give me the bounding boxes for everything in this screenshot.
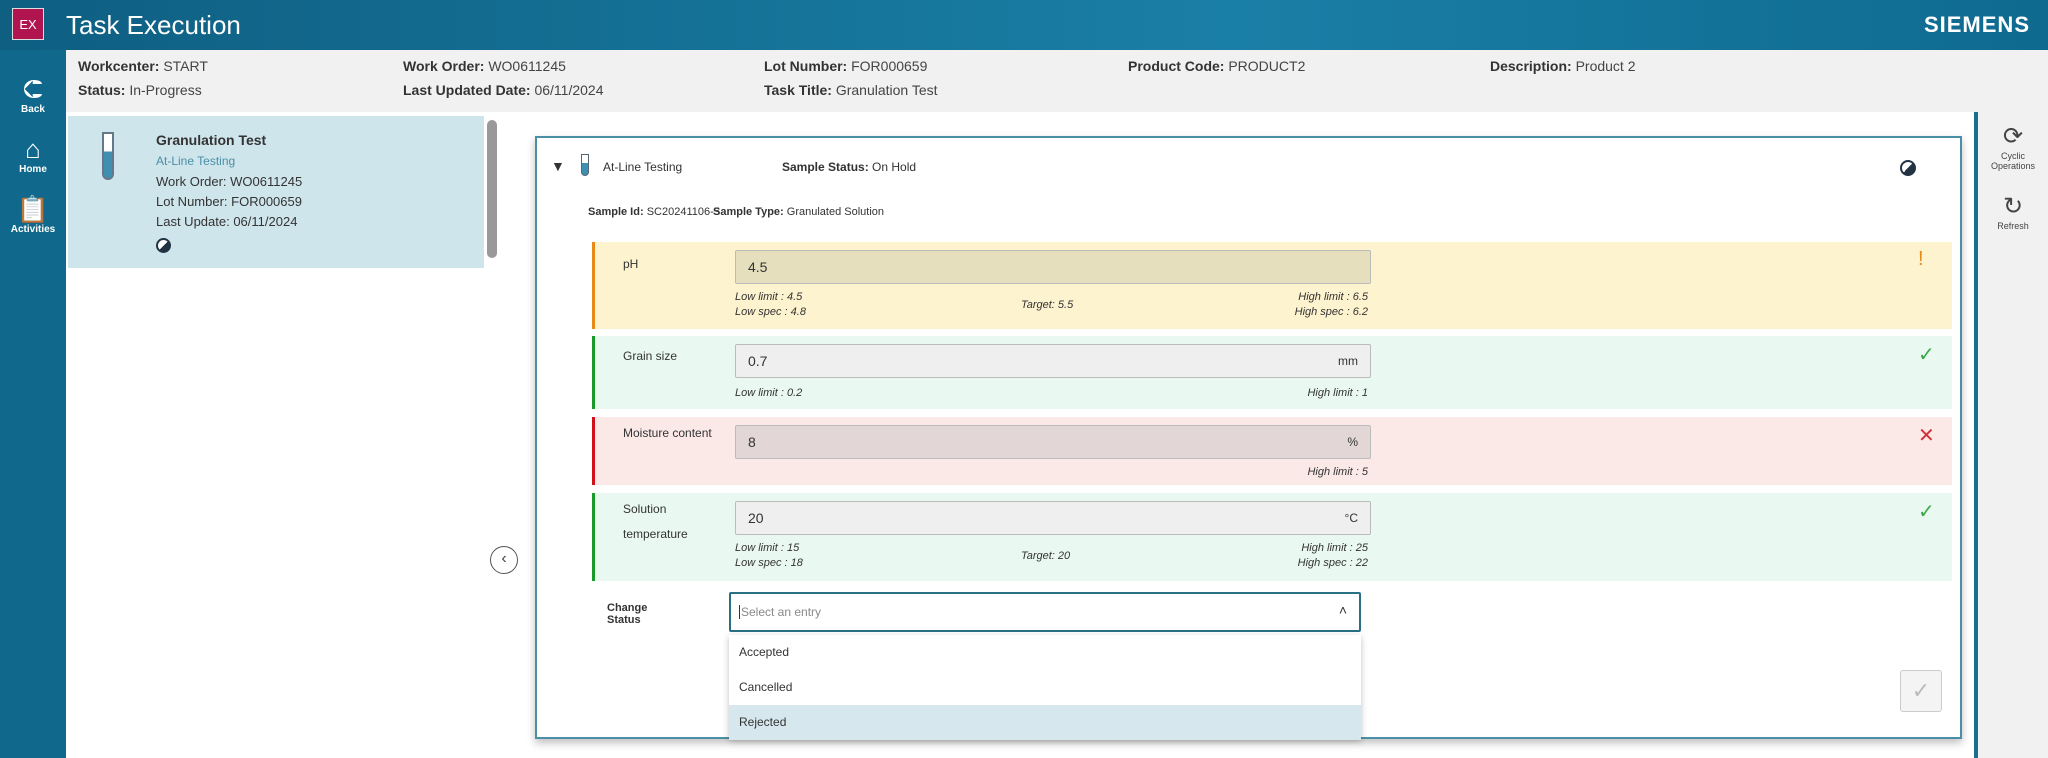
product-code: Product Code: PRODUCT2: [1128, 58, 1306, 74]
brand-logo: SIEMENS: [1923, 12, 2030, 37]
sample-panel: ▼ At-Line Testing Sample Status: On Hold…: [535, 136, 1962, 740]
status: Status: In-Progress: [78, 82, 202, 98]
content-area: Granulation Test At-Line Testing Work Or…: [66, 112, 1974, 758]
target: Target: 20: [1021, 550, 1071, 562]
dropdown-placeholder: Select an entry: [739, 605, 822, 619]
lot-number: Lot Number: FOR000659: [764, 58, 928, 74]
nav-label: Activities: [10, 224, 56, 235]
on-hold-status-icon: [1900, 160, 1916, 176]
low-limit: Low limit : 0.2: [735, 387, 803, 399]
param-row-solution-temperature: Solution temperature 20 °C Low limit : 15…: [592, 493, 1952, 581]
low-limit: Low limit : 15: [735, 542, 800, 554]
change-status-dropdown[interactable]: Select an entry ˄: [729, 592, 1361, 632]
option-cancelled[interactable]: Cancelled: [729, 670, 1361, 705]
operation-name: At-Line Testing: [603, 160, 683, 174]
task-card-work-order: Work Order: WO0611245: [156, 174, 303, 189]
description: Description: Product 2: [1490, 58, 1636, 74]
right-toolbar: ⟳ Cyclic Operations ↻ Refresh: [1978, 112, 2048, 758]
task-title: Task Title: Granulation Test: [764, 82, 938, 98]
check-icon: ✓: [1918, 344, 1935, 366]
nav-activities[interactable]: 📋 Activities: [0, 194, 66, 235]
test-tube-icon: [581, 154, 589, 176]
check-icon: ✓: [1918, 501, 1935, 523]
back-arrow-icon: ⮈: [23, 74, 43, 104]
param-label: pH: [623, 257, 639, 271]
home-icon: ⌂: [25, 134, 41, 164]
task-card-lot-number: Lot Number: FOR000659: [156, 194, 302, 209]
confirm-button[interactable]: ✓: [1900, 670, 1942, 712]
collapse-panel-button[interactable]: ‹: [490, 546, 518, 574]
target: Target: 5.5: [1021, 299, 1074, 311]
workcenter: Workcenter: START: [78, 58, 208, 74]
option-rejected[interactable]: Rejected: [729, 705, 1361, 740]
low-spec: Low spec : 4.8: [735, 306, 806, 318]
high-limit: High limit : 1: [1307, 387, 1368, 399]
param-label: Solution temperature: [623, 502, 688, 541]
param-input[interactable]: 20 °C: [735, 501, 1371, 535]
high-spec: High spec : 22: [1297, 557, 1368, 569]
app-logo: EX: [12, 8, 44, 40]
param-label: Moisture content: [623, 426, 712, 440]
param-input[interactable]: 8%: [735, 425, 1371, 459]
sample-status: Sample Status: On Hold: [782, 160, 917, 174]
param-input[interactable]: 4.5: [735, 250, 1371, 284]
param-row-grain-size: Grain size 0.7 mm Low limit : 0.2 High li…: [592, 336, 1952, 409]
cycle-icon: ⟳: [2002, 123, 2024, 150]
sample-type: Sample Type: Granulated Solution: [713, 206, 885, 218]
high-limit: High limit : 6.5: [1298, 291, 1368, 303]
task-card-title: Granulation Test: [156, 132, 267, 148]
task-card-subtitle: At-Line Testing: [156, 154, 236, 168]
nav-back[interactable]: ⮈ Back: [0, 74, 66, 115]
task-card-last-update: Last Update: 06/11/2024: [156, 214, 298, 229]
param-label: Grain size: [623, 349, 678, 363]
high-limit: High limit : 5: [1307, 466, 1368, 478]
task-card[interactable]: Granulation Test At-Line Testing Work Or…: [68, 116, 484, 268]
param-input[interactable]: 0.7 mm: [735, 344, 1371, 378]
clipboard-icon: 📋: [16, 194, 50, 224]
left-nav: ⮈ Back ⌂ Home 📋 Activities: [0, 50, 66, 758]
title-bar: EX Task Execution SIEMENS: [0, 0, 2048, 50]
on-hold-status-icon: [156, 238, 171, 253]
low-spec: Low spec : 18: [735, 557, 803, 569]
high-spec: High spec : 6.2: [1294, 306, 1368, 318]
chevron-up-icon[interactable]: ˄: [1339, 602, 1347, 618]
nav-home[interactable]: ⌂ Home: [0, 134, 66, 175]
refresh-icon: ↻: [2002, 193, 2024, 220]
last-updated: Last Updated Date: 06/11/2024: [403, 82, 604, 98]
list-scrollbar[interactable]: [487, 120, 497, 258]
dropdown-options: Accepted Cancelled Rejected: [729, 635, 1361, 740]
order-info-strip: Workcenter: START Status: In-Progress Wo…: [66, 50, 2048, 112]
warning-icon: !: [1918, 248, 1924, 270]
work-order: Work Order: WO0611245: [403, 58, 566, 74]
param-row-ph: pH 4.5 Low limit : 4.5 Low spec : 4.8 Ta…: [592, 242, 1952, 329]
page-title: Task Execution: [66, 10, 241, 40]
nav-label: Home: [19, 164, 47, 175]
cyclic-operations-button[interactable]: ⟳ Cyclic Operations: [1978, 122, 2048, 171]
change-status-label: Change Status: [607, 602, 648, 626]
test-tube-icon: [102, 132, 114, 180]
high-limit: High limit : 25: [1301, 542, 1368, 554]
low-limit: Low limit : 4.5: [735, 291, 803, 303]
param-row-moisture-content: Moisture content 8% High limit : 5 ✕: [592, 417, 1952, 485]
sample-id: Sample Id: SC20241106-5: [588, 206, 720, 218]
refresh-label: Refresh: [1997, 221, 2029, 231]
option-accepted[interactable]: Accepted: [729, 635, 1361, 670]
expand-caret-icon[interactable]: ▼: [551, 158, 565, 174]
cyclic-label: Cyclic Operations: [1990, 151, 2036, 171]
refresh-button[interactable]: ↻ Refresh: [1978, 192, 2048, 231]
error-x-icon: ✕: [1918, 425, 1935, 447]
nav-label: Back: [21, 104, 45, 115]
